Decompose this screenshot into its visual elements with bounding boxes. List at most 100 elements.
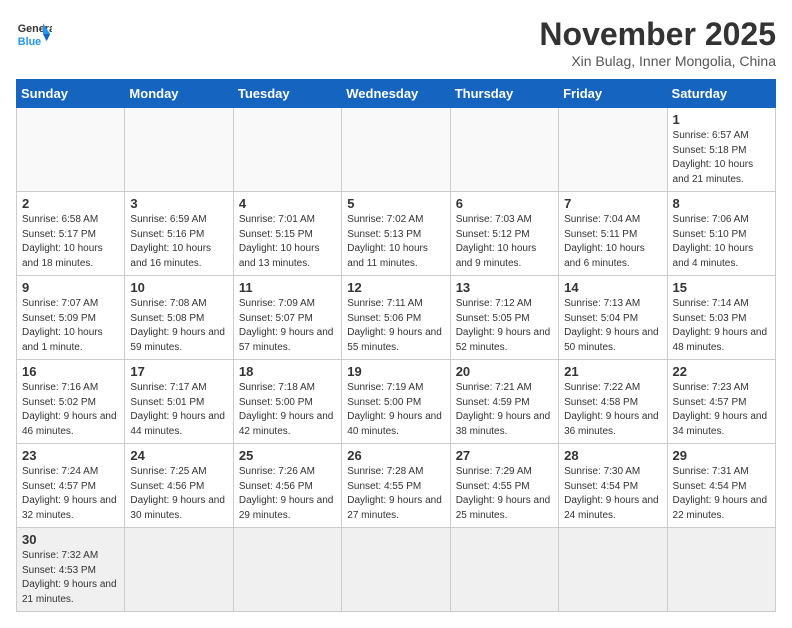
day-number: 17 [130,364,227,379]
calendar-title: November 2025 [539,16,776,53]
calendar-week-row: 30 Sunrise: 7:32 AM Sunset: 4:53 PM Dayli… [17,528,776,612]
logo: General Blue [16,16,52,52]
table-row: 13Sunrise: 7:12 AM Sunset: 5:05 PM Dayli… [450,276,558,360]
table-row [125,528,233,612]
day-info: Sunrise: 6:59 AM Sunset: 5:16 PM Dayligh… [130,213,227,271]
day-number: 19 [347,364,444,379]
table-row: 1 Sunrise: 6:57 AM Sunset: 5:18 PM Daylig… [667,108,775,192]
table-row: 6 Sunrise: 7:03 AM Sunset: 5:12 PM Daylig… [450,192,558,276]
table-row: 19 Sunrise: 7:19 AM Sunset: 5:00 PM Dayli… [342,360,450,444]
table-row: 15Sunrise: 7:14 AM Sunset: 5:03 PM Dayli… [667,276,775,360]
table-row [450,528,558,612]
day-number: 6 [456,196,553,211]
day-number: 25 [239,448,336,463]
table-row: 30 Sunrise: 7:32 AM Sunset: 4:53 PM Dayli… [17,528,125,612]
table-row [342,528,450,612]
day-info: Sunrise: 7:01 AM Sunset: 5:15 PM Dayligh… [239,213,336,271]
table-row: 8 Sunrise: 7:06 AM Sunset: 5:10 PM Daylig… [667,192,775,276]
day-info: Sunrise: 7:18 AM Sunset: 5:00 PM Dayligh… [239,381,336,439]
table-row [233,528,341,612]
svg-text:Blue: Blue [18,36,41,48]
day-info: Sunrise: 7:19 AM Sunset: 5:00 PM Dayligh… [347,381,444,439]
day-number: 2 [22,196,119,211]
day-info: Sunrise: 7:08 AM Sunset: 5:08 PM Dayligh… [130,297,227,355]
day-info: Sunrise: 7:26 AM Sunset: 4:56 PM Dayligh… [239,465,336,523]
table-row: 7 Sunrise: 7:04 AM Sunset: 5:11 PM Daylig… [559,192,667,276]
calendar-week-row: 23 Sunrise: 7:24 AM Sunset: 4:57 PM Dayli… [17,444,776,528]
header-sunday: Sunday [17,80,125,108]
table-row: 2Sunrise: 6:58 AM Sunset: 5:17 PM Daylig… [17,192,125,276]
day-info: Sunrise: 7:29 AM Sunset: 4:55 PM Dayligh… [456,465,553,523]
title-area: November 2025 Xin Bulag, Inner Mongolia,… [539,16,776,69]
header-thursday: Thursday [450,80,558,108]
table-row: 14Sunrise: 7:13 AM Sunset: 5:04 PM Dayli… [559,276,667,360]
day-number: 5 [347,196,444,211]
table-row: 21 Sunrise: 7:22 AM Sunset: 4:58 PM Dayli… [559,360,667,444]
table-row: 27 Sunrise: 7:29 AM Sunset: 4:55 PM Dayli… [450,444,558,528]
day-info: Sunrise: 7:23 AM Sunset: 4:57 PM Dayligh… [673,381,770,439]
table-row: 5Sunrise: 7:02 AM Sunset: 5:13 PM Daylig… [342,192,450,276]
day-info: Sunrise: 7:31 AM Sunset: 4:54 PM Dayligh… [673,465,770,523]
day-info: Sunrise: 7:30 AM Sunset: 4:54 PM Dayligh… [564,465,661,523]
table-row: 22Sunrise: 7:23 AM Sunset: 4:57 PM Dayli… [667,360,775,444]
day-number: 13 [456,280,553,295]
day-info: Sunrise: 7:16 AM Sunset: 5:02 PM Dayligh… [22,381,119,439]
day-info: Sunrise: 7:13 AM Sunset: 5:04 PM Dayligh… [564,297,661,355]
day-number: 1 [673,112,770,127]
header-friday: Friday [559,80,667,108]
day-number: 27 [456,448,553,463]
calendar-week-row: 1 Sunrise: 6:57 AM Sunset: 5:18 PM Daylig… [17,108,776,192]
table-row: 28Sunrise: 7:30 AM Sunset: 4:54 PM Dayli… [559,444,667,528]
day-number: 21 [564,364,661,379]
calendar-table: Sunday Monday Tuesday Wednesday Thursday… [16,79,776,612]
table-row: 20Sunrise: 7:21 AM Sunset: 4:59 PM Dayli… [450,360,558,444]
table-row [559,528,667,612]
table-row [559,108,667,192]
header-wednesday: Wednesday [342,80,450,108]
calendar-week-row: 2Sunrise: 6:58 AM Sunset: 5:17 PM Daylig… [17,192,776,276]
day-number: 18 [239,364,336,379]
table-row: 12 Sunrise: 7:11 AM Sunset: 5:06 PM Dayli… [342,276,450,360]
table-row [342,108,450,192]
table-row [125,108,233,192]
day-info: Sunrise: 7:24 AM Sunset: 4:57 PM Dayligh… [22,465,119,523]
day-info: Sunrise: 7:06 AM Sunset: 5:10 PM Dayligh… [673,213,770,271]
day-number: 23 [22,448,119,463]
table-row: 25 Sunrise: 7:26 AM Sunset: 4:56 PM Dayli… [233,444,341,528]
day-number: 4 [239,196,336,211]
day-number: 10 [130,280,227,295]
table-row: 10 Sunrise: 7:08 AM Sunset: 5:08 PM Dayli… [125,276,233,360]
day-number: 12 [347,280,444,295]
table-row: 18 Sunrise: 7:18 AM Sunset: 5:00 PM Dayli… [233,360,341,444]
table-row: 26Sunrise: 7:28 AM Sunset: 4:55 PM Dayli… [342,444,450,528]
day-info: Sunrise: 7:09 AM Sunset: 5:07 PM Dayligh… [239,297,336,355]
day-info: Sunrise: 7:11 AM Sunset: 5:06 PM Dayligh… [347,297,444,355]
header-saturday: Saturday [667,80,775,108]
day-info: Sunrise: 7:07 AM Sunset: 5:09 PM Dayligh… [22,297,119,355]
table-row: 29 Sunrise: 7:31 AM Sunset: 4:54 PM Dayli… [667,444,775,528]
day-number: 29 [673,448,770,463]
logo-icon: General Blue [16,16,52,52]
table-row: 23 Sunrise: 7:24 AM Sunset: 4:57 PM Dayli… [17,444,125,528]
day-info: Sunrise: 6:57 AM Sunset: 5:18 PM Dayligh… [673,129,770,187]
day-number: 20 [456,364,553,379]
header-monday: Monday [125,80,233,108]
day-info: Sunrise: 7:04 AM Sunset: 5:11 PM Dayligh… [564,213,661,271]
day-number: 30 [22,532,119,547]
page-header: General Blue November 2025 Xin Bulag, In… [16,16,776,69]
day-info: Sunrise: 7:32 AM Sunset: 4:53 PM Dayligh… [22,549,119,607]
table-row: 4 Sunrise: 7:01 AM Sunset: 5:15 PM Daylig… [233,192,341,276]
day-info: Sunrise: 7:22 AM Sunset: 4:58 PM Dayligh… [564,381,661,439]
day-number: 11 [239,280,336,295]
calendar-header-row: Sunday Monday Tuesday Wednesday Thursday… [17,80,776,108]
calendar-week-row: 9 Sunrise: 7:07 AM Sunset: 5:09 PM Daylig… [17,276,776,360]
day-number: 7 [564,196,661,211]
table-row: 11 Sunrise: 7:09 AM Sunset: 5:07 PM Dayli… [233,276,341,360]
day-number: 3 [130,196,227,211]
calendar-subtitle: Xin Bulag, Inner Mongolia, China [539,53,776,69]
day-number: 9 [22,280,119,295]
table-row: 24Sunrise: 7:25 AM Sunset: 4:56 PM Dayli… [125,444,233,528]
day-info: Sunrise: 7:03 AM Sunset: 5:12 PM Dayligh… [456,213,553,271]
table-row [667,528,775,612]
day-number: 8 [673,196,770,211]
